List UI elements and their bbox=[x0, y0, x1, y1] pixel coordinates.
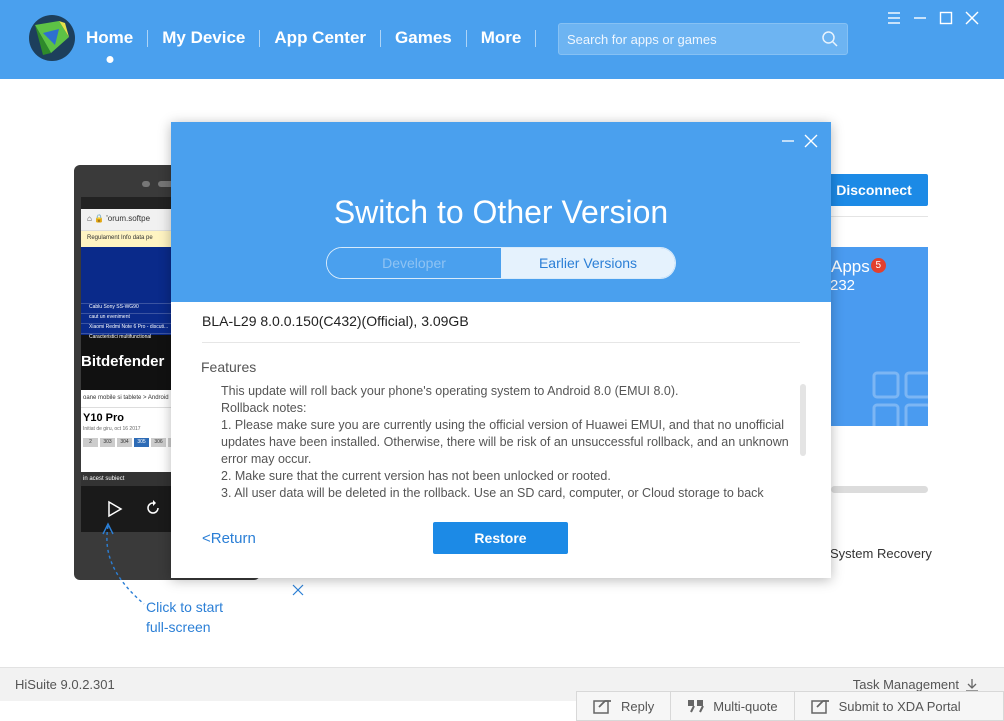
app-version: HiSuite 9.0.2.301 bbox=[15, 677, 115, 692]
tab-earlier-versions[interactable]: Earlier Versions bbox=[501, 248, 675, 278]
window-controls bbox=[878, 8, 982, 28]
features-heading: Features bbox=[201, 359, 257, 375]
phone-camera bbox=[142, 181, 150, 187]
phone-page-active: 305 bbox=[134, 438, 149, 447]
disconnect-button[interactable]: Disconnect bbox=[820, 174, 928, 206]
hisuite-logo-icon[interactable] bbox=[29, 15, 75, 61]
forum-action-bar: Reply Multi-quote Submit to XDA Portal bbox=[576, 691, 1004, 721]
minimize-icon[interactable] bbox=[910, 8, 930, 28]
release-note-line: Rollback notes: bbox=[221, 401, 307, 415]
apps-count: 232 bbox=[830, 277, 856, 294]
divider bbox=[202, 342, 800, 343]
apps-card-title: Apps bbox=[831, 257, 870, 276]
system-recovery-link[interactable]: System Recovery bbox=[830, 546, 932, 561]
nav-my-device[interactable]: My Device bbox=[162, 28, 245, 48]
apps-update-badge: 5 bbox=[870, 258, 886, 273]
apps-card[interactable]: Apps 5 232 bbox=[820, 247, 928, 426]
tab-developer[interactable]: Developer bbox=[327, 248, 501, 278]
version-tab-switcher: Developer Earlier Versions bbox=[326, 247, 676, 279]
download-icon bbox=[966, 678, 978, 692]
phone-page: 304 bbox=[117, 438, 132, 447]
apps-card-label: Apps 5 bbox=[831, 257, 886, 277]
return-link[interactable]: <Return bbox=[202, 530, 256, 547]
maximize-icon[interactable] bbox=[936, 8, 956, 28]
phone-page: 2 bbox=[83, 438, 98, 447]
active-indicator-dot bbox=[106, 56, 114, 63]
nav-app-center[interactable]: App Center bbox=[274, 28, 366, 48]
phone-url-text: 'orum.softpe bbox=[106, 214, 151, 223]
nav-home-label: Home bbox=[86, 28, 134, 47]
nav-separator bbox=[259, 29, 261, 47]
hint-close-icon[interactable] bbox=[292, 584, 304, 596]
release-note-line: This update will roll back your phone's … bbox=[221, 384, 679, 398]
search-input[interactable] bbox=[559, 24, 815, 54]
fullscreen-hint: Click to start full-screen bbox=[146, 599, 224, 635]
multi-quote-label: Multi-quote bbox=[713, 698, 778, 714]
release-notes: This update will roll back your phone's … bbox=[221, 383, 801, 499]
apps-grid-icon bbox=[872, 371, 928, 426]
phone-page: 303 bbox=[100, 438, 115, 447]
multi-quote-button[interactable]: Multi-quote bbox=[671, 692, 795, 720]
nav-separator bbox=[380, 29, 382, 47]
version-info: BLA-L29 8.0.0.150(C432)(Official), 3.09G… bbox=[202, 313, 469, 329]
main-nav: Home My Device App Center Games More bbox=[86, 28, 550, 63]
submit-portal-button[interactable]: Submit to XDA Portal bbox=[795, 692, 977, 720]
notes-scrollbar[interactable] bbox=[800, 384, 806, 456]
reply-icon bbox=[593, 700, 611, 714]
dialog-header: Switch to Other Version Developer Earlie… bbox=[171, 122, 831, 302]
close-icon[interactable] bbox=[962, 8, 982, 28]
top-bar: Home My Device App Center Games More bbox=[0, 0, 1004, 79]
search-box bbox=[558, 23, 848, 55]
task-management-button[interactable]: Task Management bbox=[853, 677, 979, 692]
reply-button[interactable]: Reply bbox=[577, 692, 672, 720]
dialog-close-icon[interactable] bbox=[804, 134, 818, 148]
rotate-icon[interactable] bbox=[145, 500, 161, 516]
dialog-title: Switch to Other Version bbox=[333, 194, 669, 230]
release-note-line: 2. Make sure that the current version ha… bbox=[221, 469, 611, 483]
menu-icon[interactable] bbox=[884, 8, 904, 28]
submit-portal-label: Submit to XDA Portal bbox=[838, 698, 961, 714]
dialog-minimize-icon[interactable] bbox=[781, 134, 795, 148]
nav-more[interactable]: More bbox=[481, 28, 522, 48]
divider bbox=[831, 216, 928, 217]
storage-progress-bar bbox=[831, 486, 928, 493]
quote-icon bbox=[688, 700, 705, 713]
nav-separator bbox=[535, 29, 537, 47]
restore-button[interactable]: Restore bbox=[433, 522, 568, 554]
switch-version-dialog: Switch to Other Version Developer Earlie… bbox=[171, 122, 831, 578]
submit-icon bbox=[810, 700, 829, 714]
nav-home[interactable]: Home bbox=[86, 28, 134, 63]
phone-page: 306 bbox=[151, 438, 166, 447]
release-note-line: 1. Please make sure you are currently us… bbox=[221, 418, 789, 466]
nav-separator bbox=[465, 29, 467, 47]
task-management-label: Task Management bbox=[852, 677, 959, 692]
search-icon[interactable] bbox=[821, 30, 839, 48]
nav-games[interactable]: Games bbox=[395, 28, 452, 48]
play-icon[interactable] bbox=[107, 500, 123, 518]
release-note-line: 3. All user data will be deleted in the … bbox=[221, 486, 764, 499]
nav-separator bbox=[147, 29, 149, 47]
reply-label: Reply bbox=[621, 698, 655, 714]
